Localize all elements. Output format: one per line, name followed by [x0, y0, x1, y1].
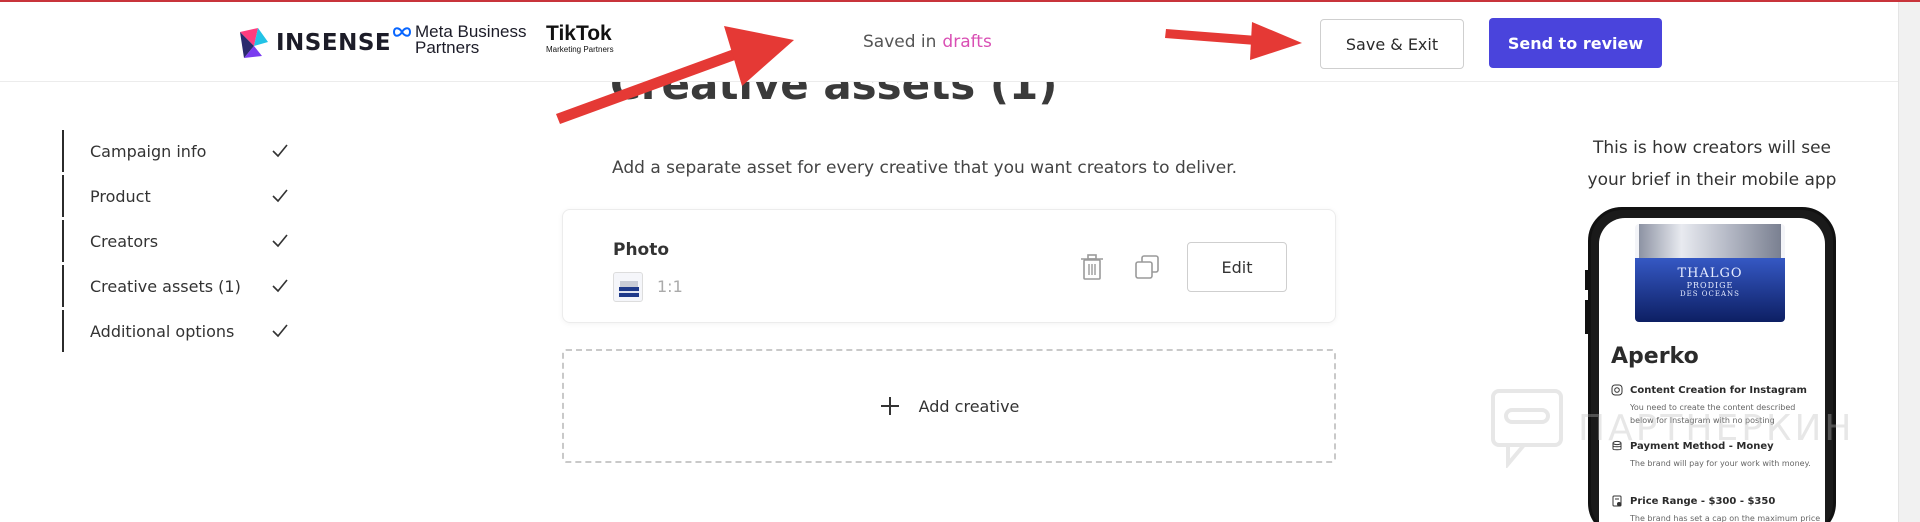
phone-screen: THALGO PRODIGE DES OCEANS Aperko Content…	[1599, 218, 1825, 522]
sidebar-item-label: Campaign info	[90, 141, 207, 161]
tiktok-logo-text: TikTok	[546, 22, 612, 45]
tiktok-logo-sub: Marketing Partners	[546, 45, 614, 54]
drafts-link[interactable]: drafts	[942, 32, 991, 52]
phone-side-button	[1585, 300, 1588, 334]
save-exit-button[interactable]: Save & Exit	[1320, 19, 1464, 69]
product-label-brand: THALGO	[1677, 266, 1743, 281]
watermark-chat-icon	[1491, 389, 1563, 468]
send-to-review-button[interactable]: Send to review	[1489, 18, 1662, 68]
meta-partners-logo: Meta Business Partners	[392, 23, 527, 57]
product-label-line: PRODIGE	[1686, 281, 1734, 290]
tiktok-logo: TikTok Marketing Partners	[546, 23, 614, 55]
asset-ratio: 1:1	[657, 277, 683, 296]
product-image: THALGO PRODIGE DES OCEANS	[1635, 224, 1785, 322]
check-icon	[272, 189, 288, 203]
sidebar-item-label: Creative assets (1)	[90, 276, 241, 296]
check-icon	[272, 234, 288, 248]
preview-caption: This is how creators will see your brief…	[1574, 132, 1850, 196]
sidebar-item-product[interactable]: Product	[62, 175, 302, 217]
check-icon	[272, 144, 288, 158]
header: INSENSE Meta Business Partners TikTok Ma…	[0, 2, 1898, 82]
meta-logo-line2: Partners	[415, 38, 480, 57]
page-scrollbar[interactable]	[1898, 2, 1920, 522]
insense-logo-text: INSENSE	[276, 30, 392, 56]
copy-icon[interactable]	[1133, 253, 1161, 281]
page-subtitle: Add a separate asset for every creative …	[612, 158, 1238, 178]
product-label-sub: DES OCEANS	[1680, 290, 1740, 298]
meta-infinity-icon	[392, 24, 412, 43]
sidebar-item-label: Additional options	[90, 321, 235, 341]
plus-icon	[880, 397, 899, 415]
watermark-text: ПАРТНЕРКИН	[1578, 407, 1855, 449]
preview-caption-line1: This is how creators will see	[1592, 138, 1832, 158]
phone-side-button	[1585, 270, 1588, 290]
add-creative-label: Add creative	[918, 396, 1020, 416]
brand-name: Aperko	[1611, 344, 1699, 369]
sidebar-item-creators[interactable]: Creators	[62, 220, 302, 262]
price-icon	[1612, 495, 1622, 507]
watermark: ПАРТНЕРКИН	[1490, 388, 1854, 468]
sidebar-item-label: Creators	[90, 231, 159, 251]
phone-preview: THALGO PRODIGE DES OCEANS Aperko Content…	[1585, 207, 1836, 522]
brief-item: Price Range - $300 - $350 The brand has …	[1611, 495, 1821, 522]
sidebar-item-creative-assets[interactable]: Creative assets (1)	[62, 265, 302, 307]
insense-logo[interactable]: INSENSE	[236, 24, 391, 62]
asset-card: Photo 1:1 Edit	[562, 209, 1336, 323]
preview-caption-line2: your brief in their mobile app	[1587, 170, 1837, 190]
sidebar-item-campaign-info[interactable]: Campaign info	[62, 130, 302, 172]
asset-thumbnail	[613, 272, 643, 302]
steps-sidebar: Campaign info Product Creators Creative …	[62, 130, 302, 355]
check-icon	[272, 279, 288, 293]
brief-item-desc: The brand has set a cap on the maximum p…	[1630, 514, 1821, 522]
check-icon	[272, 324, 288, 338]
add-creative-button[interactable]: Add creative	[562, 349, 1336, 463]
asset-name: Photo	[613, 240, 670, 260]
insense-mark-icon	[236, 26, 270, 60]
sidebar-item-additional-options[interactable]: Additional options	[62, 310, 302, 352]
save-status: Saved in drafts	[863, 32, 992, 52]
trash-icon[interactable]	[1079, 253, 1105, 281]
edit-asset-button[interactable]: Edit	[1187, 242, 1287, 292]
brief-item-title: Price Range - $300 - $350	[1630, 495, 1776, 507]
sidebar-item-label: Product	[90, 186, 151, 206]
save-status-prefix: Saved in	[863, 32, 937, 52]
